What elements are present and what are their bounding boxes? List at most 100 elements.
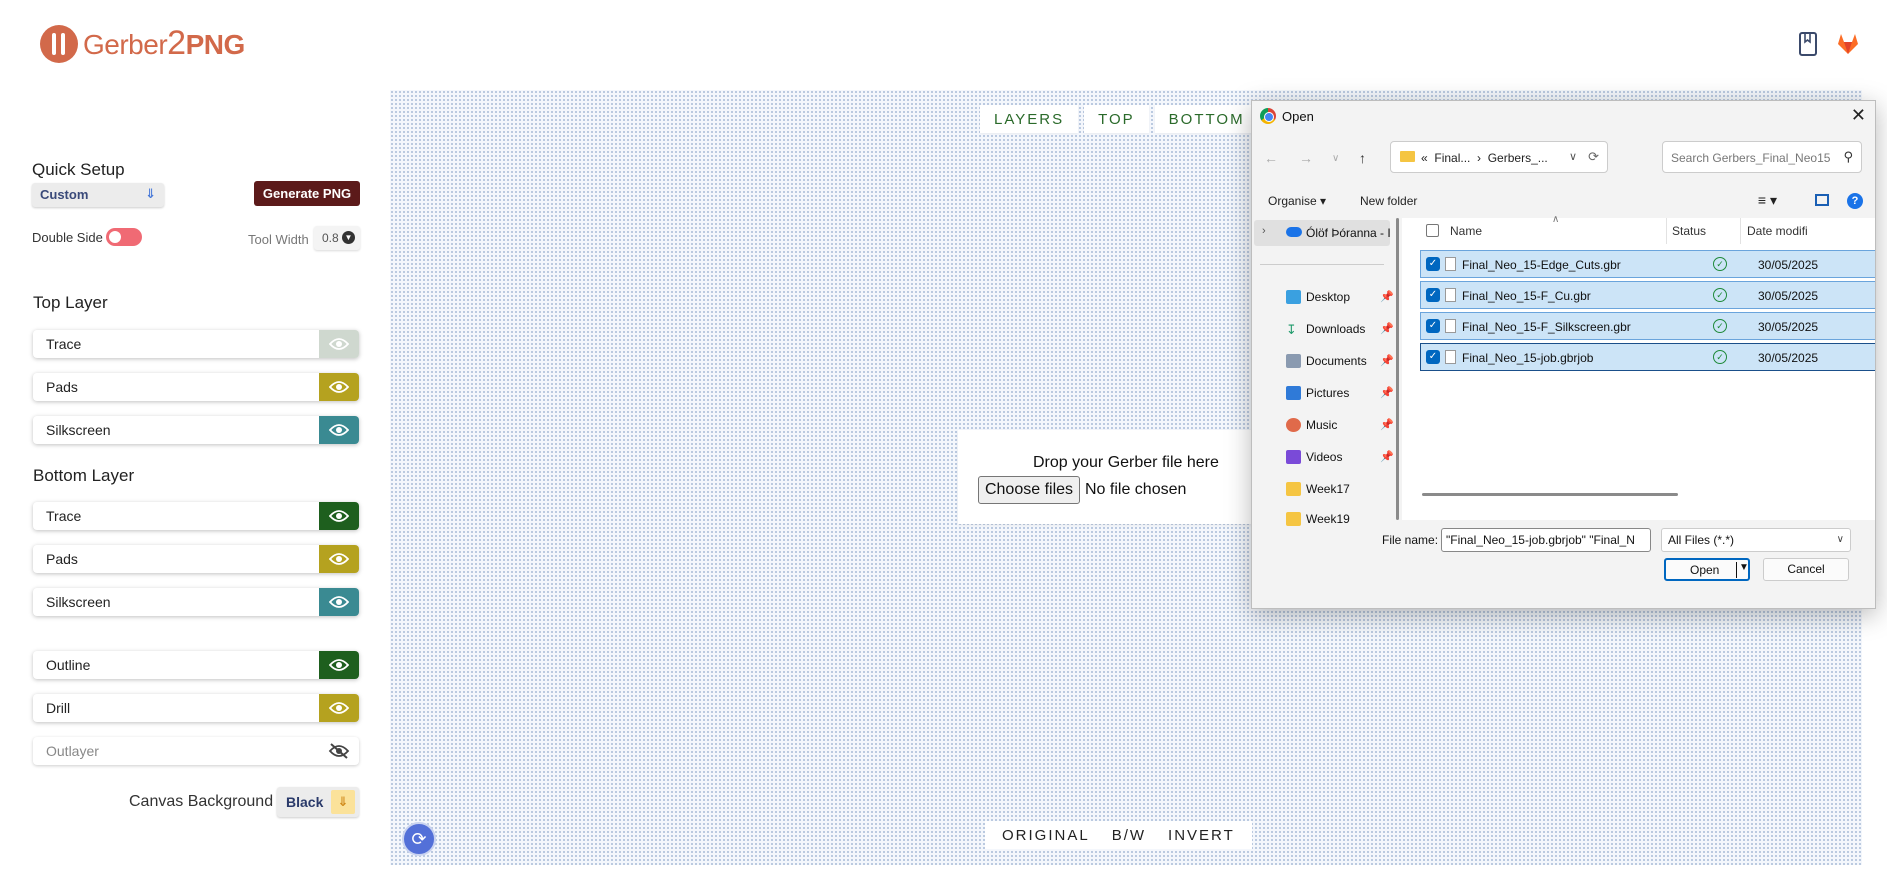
open-file-dialog: Open ✕ ← → ∨ ↑ « Final... › Gerbers_... …	[1251, 100, 1876, 609]
open-button[interactable]: Open ▼	[1664, 558, 1750, 581]
up-arrow-icon[interactable]: ↑	[1359, 150, 1366, 166]
column-status[interactable]: Status	[1672, 224, 1706, 238]
book-icon[interactable]	[1798, 32, 1818, 56]
top-pads-layer[interactable]: Pads	[33, 373, 359, 401]
layer-label: Trace	[46, 336, 82, 352]
top-trace-layer[interactable]: Trace	[33, 330, 359, 358]
tool-width-select[interactable]: 0.8 ▼	[314, 226, 360, 250]
tab-bottom[interactable]: BOTTOM	[1154, 105, 1259, 133]
file-list-scrollbar[interactable]	[1422, 493, 1678, 496]
nav-item-week19[interactable]: Week19	[1306, 512, 1350, 526]
split-divider	[1736, 562, 1737, 578]
forward-arrow-icon[interactable]: →	[1299, 150, 1313, 166]
music-icon	[1286, 418, 1301, 432]
search-input[interactable]: Search Gerbers_Final_Neo15 ⚲	[1662, 141, 1862, 173]
canvas-background-label: Canvas Background	[129, 793, 274, 810]
eye-icon[interactable]	[319, 588, 359, 616]
eye-icon[interactable]	[319, 502, 359, 530]
app-logo[interactable]: Gerber2PNG	[40, 24, 245, 63]
layer-label: Outlayer	[46, 743, 99, 759]
outlayer-layer[interactable]: Outlayer	[33, 737, 359, 765]
file-name-input[interactable]: "Final_Neo_15-job.gbrjob" "Final_N	[1441, 528, 1651, 552]
file-icon	[1445, 350, 1456, 364]
bottom-pads-layer[interactable]: Pads	[33, 545, 359, 573]
eye-icon[interactable]	[319, 330, 359, 358]
canvas-background-select[interactable]: Black ⇓	[277, 787, 359, 817]
file-row[interactable]: ✓ Final_Neo_15-Edge_Cuts.gbr ✓ 30/05/202…	[1420, 250, 1875, 278]
folder-icon	[1286, 482, 1301, 496]
dialog-toolbar: Organise ▾ New folder ≡ ▾ ?	[1252, 189, 1875, 215]
quick-setup-title: Quick Setup	[32, 160, 125, 179]
nav-scrollbar[interactable]	[1396, 218, 1399, 520]
file-row[interactable]: ✓ Final_Neo_15-job.gbrjob ✓ 30/05/2025	[1420, 343, 1875, 371]
new-folder-button[interactable]: New folder	[1360, 194, 1417, 208]
chevron-down-icon: ⇓	[145, 186, 156, 201]
tab-layers[interactable]: LAYERS	[980, 105, 1079, 133]
file-icon	[1445, 288, 1456, 302]
download-icon: ↧	[1286, 322, 1297, 337]
chevron-down-icon[interactable]: ∨	[1569, 150, 1577, 163]
nav-item-onedrive[interactable]: Ólöf Þóranna - I	[1306, 226, 1391, 240]
nav-item-videos[interactable]: Videos	[1306, 450, 1342, 464]
onedrive-icon	[1286, 227, 1302, 237]
eye-icon[interactable]	[319, 694, 359, 722]
back-arrow-icon[interactable]: ←	[1264, 150, 1278, 166]
help-icon[interactable]: ?	[1847, 193, 1863, 209]
bottom-silkscreen-layer[interactable]: Silkscreen	[33, 588, 359, 616]
column-name[interactable]: Name	[1450, 224, 1482, 238]
refresh-icon[interactable]: ⟳	[1588, 149, 1599, 165]
tab-invert[interactable]: INVERT	[1157, 821, 1246, 849]
refresh-button[interactable]: ⟳	[402, 822, 436, 856]
generate-png-button[interactable]: Generate PNG	[254, 181, 360, 206]
organise-menu[interactable]: Organise ▾	[1268, 194, 1326, 208]
bottom-trace-layer[interactable]: Trace	[33, 502, 359, 530]
tab-original[interactable]: ORIGINAL	[991, 821, 1101, 849]
tab-bw[interactable]: B/W	[1101, 821, 1157, 849]
eye-off-icon[interactable]	[319, 737, 359, 765]
file-list-header: Name ∧ Status Date modifi	[1402, 214, 1875, 244]
column-date[interactable]: Date modifi	[1747, 224, 1808, 238]
cancel-button[interactable]: Cancel	[1763, 558, 1849, 581]
file-drop-zone[interactable]: Drop your Gerber file here Choose files …	[958, 430, 1258, 524]
nav-item-documents[interactable]: Documents	[1306, 354, 1367, 368]
nav-item-desktop[interactable]: Desktop	[1306, 290, 1350, 304]
checkbox-checked[interactable]: ✓	[1426, 350, 1440, 364]
refresh-icon: ⟳	[411, 828, 427, 849]
address-bar[interactable]: « Final... › Gerbers_... ∨ ⟳	[1390, 141, 1608, 173]
file-type-select[interactable]: All Files (*.*) ∨	[1661, 528, 1851, 552]
double-side-toggle[interactable]	[106, 228, 142, 246]
checkbox-checked[interactable]: ✓	[1426, 288, 1440, 302]
eye-icon[interactable]	[319, 416, 359, 444]
checkbox-checked[interactable]: ✓	[1426, 257, 1440, 271]
view-menu-icon[interactable]: ≡ ▾	[1758, 192, 1777, 209]
gitlab-icon[interactable]	[1836, 32, 1860, 56]
preview-pane-icon[interactable]	[1815, 194, 1829, 206]
eye-icon[interactable]	[319, 651, 359, 679]
top-silkscreen-layer[interactable]: Silkscreen	[33, 416, 359, 444]
outline-layer[interactable]: Outline	[33, 651, 359, 679]
nav-separator	[1260, 264, 1384, 265]
nav-item-week17[interactable]: Week17	[1306, 482, 1350, 496]
nav-item-downloads[interactable]: Downloads	[1306, 322, 1365, 336]
choose-files-button[interactable]: Choose files	[978, 476, 1080, 504]
file-row[interactable]: ✓ Final_Neo_15-F_Silkscreen.gbr ✓ 30/05/…	[1420, 312, 1875, 340]
nav-item-music[interactable]: Music	[1306, 418, 1337, 432]
expand-chevron-icon[interactable]: ›	[1262, 225, 1266, 237]
drill-layer[interactable]: Drill	[33, 694, 359, 722]
file-row[interactable]: ✓ Final_Neo_15-F_Cu.gbr ✓ 30/05/2025	[1420, 281, 1875, 309]
close-icon[interactable]: ✕	[1851, 105, 1866, 126]
column-divider[interactable]	[1740, 218, 1741, 244]
eye-icon[interactable]	[319, 545, 359, 573]
column-divider[interactable]	[1666, 218, 1667, 244]
select-all-checkbox[interactable]	[1426, 224, 1439, 237]
recent-chevron-icon[interactable]: ∨	[1332, 153, 1339, 164]
eye-icon[interactable]	[319, 373, 359, 401]
folder-icon	[1400, 151, 1415, 162]
layer-label: Pads	[46, 551, 78, 567]
tab-top[interactable]: TOP	[1084, 105, 1149, 133]
checkbox-checked[interactable]: ✓	[1426, 319, 1440, 333]
nav-item-pictures[interactable]: Pictures	[1306, 386, 1349, 400]
chrome-icon	[1260, 108, 1276, 124]
chevron-down-icon[interactable]: ▼	[1739, 562, 1749, 573]
quick-setup-select[interactable]: Custom ⇓	[32, 183, 164, 207]
